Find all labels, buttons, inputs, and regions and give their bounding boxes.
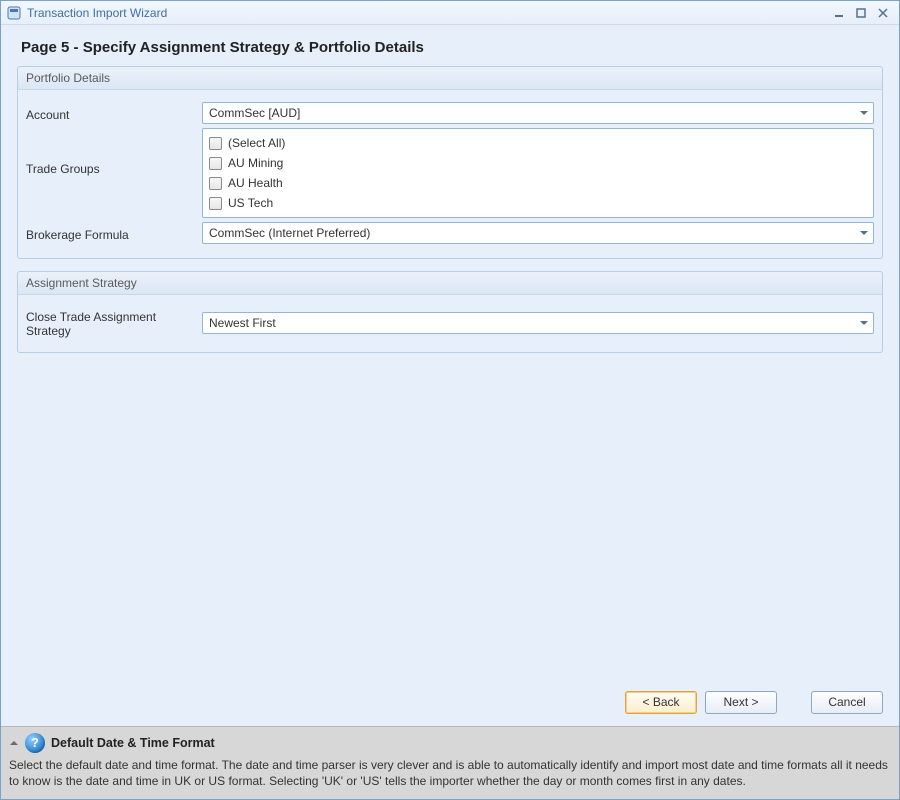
- combo-account-value: CommSec [AUD]: [209, 106, 300, 120]
- combo-close-strategy-value: Newest First: [209, 316, 276, 330]
- checkbox-icon[interactable]: [209, 157, 222, 170]
- check-label: AU Mining: [228, 156, 283, 170]
- app-icon: [7, 6, 21, 20]
- cancel-button[interactable]: Cancel: [811, 691, 883, 714]
- field-account: Account CommSec [AUD]: [26, 102, 874, 124]
- check-label: US Tech: [228, 196, 273, 210]
- content-area: Portfolio Details Account CommSec [AUD]: [1, 66, 899, 681]
- checklist-trade-groups[interactable]: (Select All) AU Mining AU Health: [202, 128, 874, 218]
- collapse-up-icon[interactable]: [9, 738, 19, 748]
- check-item-au-health[interactable]: AU Health: [209, 173, 867, 193]
- back-button-label: < Back: [642, 695, 679, 709]
- check-item-au-mining[interactable]: AU Mining: [209, 153, 867, 173]
- close-button[interactable]: [873, 5, 893, 21]
- help-panel: ? Default Date & Time Format Select the …: [1, 726, 899, 799]
- maximize-button[interactable]: [851, 5, 871, 21]
- page-title: Page 5 - Specify Assignment Strategy & P…: [1, 25, 899, 66]
- check-label: AU Health: [228, 176, 283, 190]
- checkbox-icon[interactable]: [209, 137, 222, 150]
- field-brokerage: Brokerage Formula CommSec (Internet Pref…: [26, 222, 874, 244]
- label-trade-groups: Trade Groups: [26, 128, 202, 176]
- check-item-us-tech[interactable]: US Tech: [209, 193, 867, 213]
- cancel-button-label: Cancel: [828, 695, 865, 709]
- help-body: Select the default date and time format.…: [9, 757, 891, 789]
- combo-brokerage[interactable]: CommSec (Internet Preferred): [202, 222, 874, 244]
- checkbox-icon[interactable]: [209, 177, 222, 190]
- wizard-buttons: < Back Next > Cancel: [1, 681, 899, 726]
- group-assignment-strategy: Assignment Strategy Close Trade Assignme…: [17, 271, 883, 353]
- titlebar[interactable]: Transaction Import Wizard: [1, 1, 899, 25]
- combo-brokerage-value: CommSec (Internet Preferred): [209, 226, 370, 240]
- next-button[interactable]: Next >: [705, 691, 777, 714]
- minimize-button[interactable]: [829, 5, 849, 21]
- group-portfolio-details: Portfolio Details Account CommSec [AUD]: [17, 66, 883, 259]
- group-portfolio-title: Portfolio Details: [18, 67, 882, 90]
- field-trade-groups: Trade Groups (Select All) AU Mining: [26, 128, 874, 218]
- window-title: Transaction Import Wizard: [27, 6, 167, 20]
- chevron-down-icon: [859, 108, 869, 118]
- label-account: Account: [26, 105, 202, 122]
- chevron-down-icon: [859, 228, 869, 238]
- window-frame: Transaction Import Wizard Page 5 - Speci…: [0, 0, 900, 800]
- help-title: Default Date & Time Format: [51, 736, 215, 750]
- group-assignment-title: Assignment Strategy: [18, 272, 882, 295]
- back-button[interactable]: < Back: [625, 691, 697, 714]
- label-close-strategy: Close Trade Assignment Strategy: [26, 307, 202, 338]
- chevron-down-icon: [859, 318, 869, 328]
- checkbox-icon[interactable]: [209, 197, 222, 210]
- combo-close-strategy[interactable]: Newest First: [202, 312, 874, 334]
- check-label: (Select All): [228, 136, 285, 150]
- next-button-label: Next >: [723, 695, 758, 709]
- help-icon: ?: [25, 733, 45, 753]
- label-brokerage: Brokerage Formula: [26, 225, 202, 242]
- check-item-select-all[interactable]: (Select All): [209, 133, 867, 153]
- field-close-strategy: Close Trade Assignment Strategy Newest F…: [26, 307, 874, 338]
- combo-account[interactable]: CommSec [AUD]: [202, 102, 874, 124]
- button-gap: [785, 691, 803, 714]
- help-header[interactable]: ? Default Date & Time Format: [9, 733, 891, 753]
